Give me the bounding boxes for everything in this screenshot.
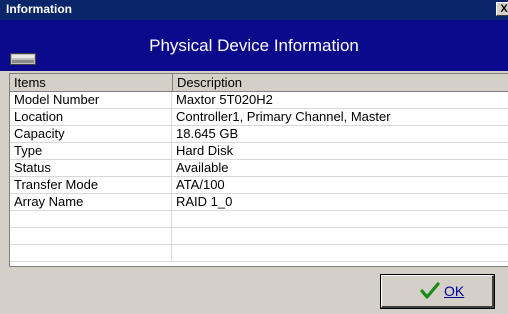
ok-button-label: OK: [444, 283, 465, 299]
checkmark-icon: [420, 282, 440, 299]
row-item-label: Array Name: [10, 194, 172, 211]
close-button[interactable]: X: [496, 2, 508, 16]
ok-button[interactable]: OK: [380, 274, 495, 309]
row-item-label: [10, 211, 172, 228]
row-item-label: Model Number: [10, 92, 172, 109]
table-row[interactable]: Location Controller1, Primary Channel, Ma…: [10, 109, 508, 126]
device-info-table: Items Description Model Number Maxtor 5T0…: [9, 73, 508, 267]
row-item-value: Maxtor 5T020H2: [176, 92, 273, 107]
row-item-label: Location: [10, 109, 172, 126]
row-item-value: Hard Disk: [176, 143, 234, 158]
table-row[interactable]: Array Name RAID 1_0: [10, 194, 508, 211]
footer-divider: [9, 266, 508, 267]
row-item-label: [10, 228, 172, 245]
row-item-label: Capacity: [10, 126, 172, 143]
row-item-value: RAID 1_0: [176, 194, 233, 209]
column-header-items[interactable]: Items: [10, 74, 173, 92]
row-item-value: Available: [176, 160, 229, 175]
row-item-value: 18.645 GB: [176, 126, 239, 141]
row-item-value: [172, 211, 508, 228]
table-row[interactable]: [10, 228, 508, 245]
row-item-value: Controller1, Primary Channel, Master: [176, 109, 391, 124]
row-item-value: [172, 245, 508, 262]
table-row[interactable]: [10, 211, 508, 228]
row-item-label: Type: [10, 143, 172, 160]
row-item-value: [172, 228, 508, 245]
row-item-value: ATA/100: [176, 177, 225, 192]
information-dialog: Information X Physical Device Informatio…: [0, 0, 508, 314]
table-row[interactable]: Capacity 18.645 GB: [10, 126, 508, 143]
column-header-description[interactable]: Description: [173, 74, 508, 92]
header-title: Physical Device Information: [149, 36, 359, 55]
row-item-label: [10, 245, 172, 262]
row-item-label: Status: [10, 160, 172, 177]
table-row[interactable]: Status Available: [10, 160, 508, 177]
table-row[interactable]: Model Number Maxtor 5T020H2: [10, 92, 508, 109]
table-row[interactable]: Type Hard Disk: [10, 143, 508, 160]
table-row[interactable]: [10, 245, 508, 262]
window-title: Information: [6, 2, 72, 16]
table-row[interactable]: Transfer Mode ATA/100: [10, 177, 508, 194]
row-item-label: Transfer Mode: [10, 177, 172, 194]
dialog-header: Physical Device Information: [0, 20, 508, 71]
title-bar: Information X: [0, 0, 508, 20]
